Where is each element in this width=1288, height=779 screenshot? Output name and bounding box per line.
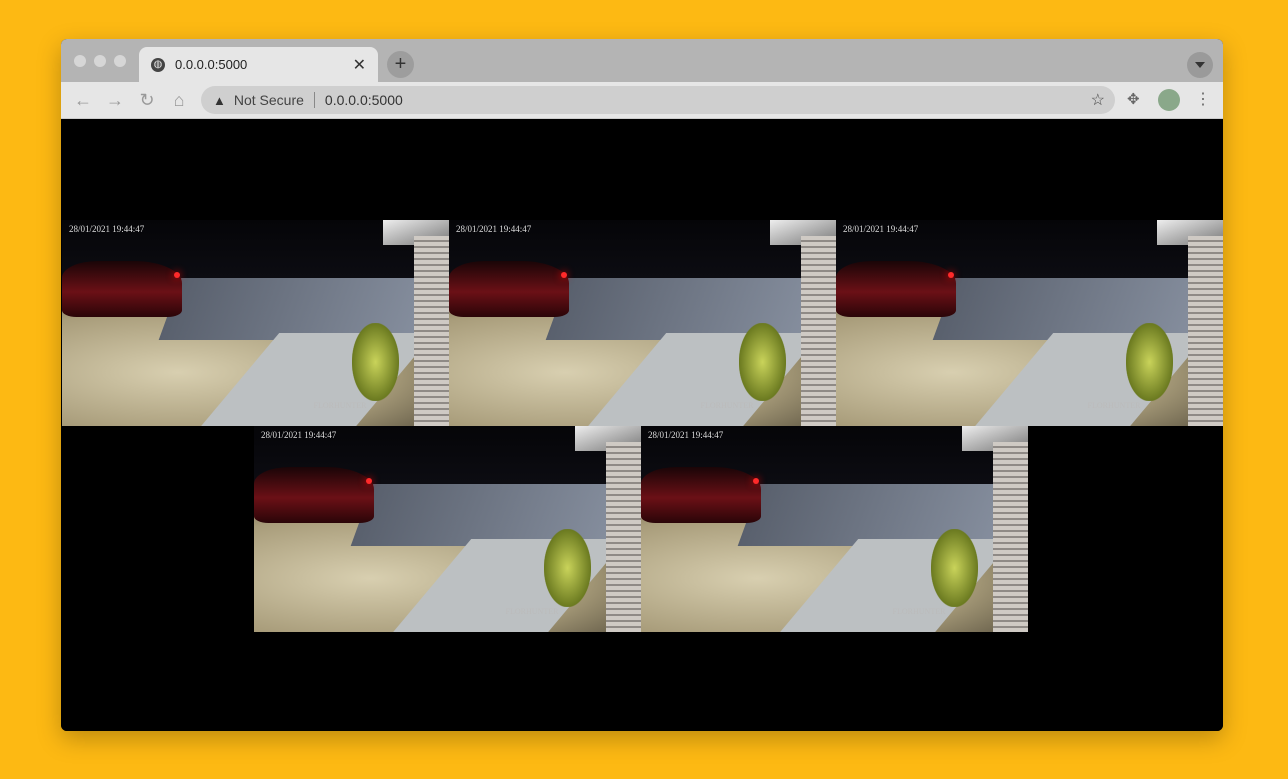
forward-icon[interactable]: → xyxy=(99,90,131,111)
browser-window: ◍ 0.0.0.0:5000 ✕ + ← → ↻ ⌂ ▲ Not Secure … xyxy=(61,39,1223,731)
tab-title: 0.0.0.0:5000 xyxy=(175,57,248,72)
camera-watermark: FLORHUNTER xyxy=(313,401,367,411)
tab-search-button[interactable] xyxy=(1187,52,1213,78)
page-content: 28/01/2021 19:44:47 FLORHUNTER 28/01/2021 … xyxy=(61,119,1223,731)
new-tab-button[interactable]: + xyxy=(387,51,414,78)
camera-timestamp: 28/01/2021 19:44:47 xyxy=(69,224,145,234)
back-icon[interactable]: ← xyxy=(67,90,99,111)
camera-timestamp: 28/01/2021 19:44:47 xyxy=(261,430,337,440)
camera-feed: 28/01/2021 19:44:47 FLORHUNTER xyxy=(254,426,641,632)
car xyxy=(641,467,761,523)
close-tab-icon[interactable]: ✕ xyxy=(353,55,366,75)
toolbar: ← → ↻ ⌂ ▲ Not Secure 0.0.0.0:5000 ☆ ✥ ⋮ xyxy=(61,82,1223,119)
url-text[interactable]: 0.0.0.0:5000 xyxy=(325,92,403,108)
camera-watermark: FLORHUNTER xyxy=(700,401,754,411)
home-icon[interactable]: ⌂ xyxy=(163,90,195,111)
camera-watermark: FLORHUNTER xyxy=(505,607,559,617)
camera-feed: 28/01/2021 19:44:47 FLORHUNTER xyxy=(62,220,449,426)
maximize-window-button[interactable] xyxy=(114,55,126,67)
camera-feed: 28/01/2021 19:44:47 FLORHUNTER xyxy=(836,220,1223,426)
security-label[interactable]: Not Secure xyxy=(234,92,304,108)
close-window-button[interactable] xyxy=(74,55,86,67)
divider xyxy=(313,92,315,108)
car xyxy=(254,467,374,523)
camera-watermark: FLORHUNTER xyxy=(1087,401,1141,411)
warning-icon[interactable]: ▲ xyxy=(213,93,226,108)
camera-feed: 28/01/2021 19:44:47 FLORHUNTER xyxy=(449,220,836,426)
car xyxy=(836,261,956,317)
extensions-icon[interactable]: ✥ xyxy=(1127,90,1140,108)
tab-active[interactable]: ◍ 0.0.0.0:5000 ✕ xyxy=(139,47,378,82)
reload-icon[interactable]: ↻ xyxy=(131,90,163,111)
camera-timestamp: 28/01/2021 19:44:47 xyxy=(456,224,532,234)
camera-feed: 28/01/2021 19:44:47 FLORHUNTER xyxy=(641,426,1028,632)
address-bar[interactable]: ▲ Not Secure 0.0.0.0:5000 ☆ xyxy=(201,86,1115,114)
camera-timestamp: 28/01/2021 19:44:47 xyxy=(843,224,919,234)
globe-icon: ◍ xyxy=(151,57,165,72)
camera-watermark: FLORHUNTER xyxy=(892,607,946,617)
car xyxy=(449,261,569,317)
tab-bar: ◍ 0.0.0.0:5000 ✕ + xyxy=(61,39,1223,82)
window-controls[interactable] xyxy=(74,55,126,67)
profile-avatar[interactable] xyxy=(1158,89,1180,111)
car xyxy=(62,261,182,317)
camera-timestamp: 28/01/2021 19:44:47 xyxy=(648,430,724,440)
menu-icon[interactable]: ⋮ xyxy=(1195,89,1211,109)
minimize-window-button[interactable] xyxy=(94,55,106,67)
bookmark-star-icon[interactable]: ☆ xyxy=(1091,90,1105,110)
